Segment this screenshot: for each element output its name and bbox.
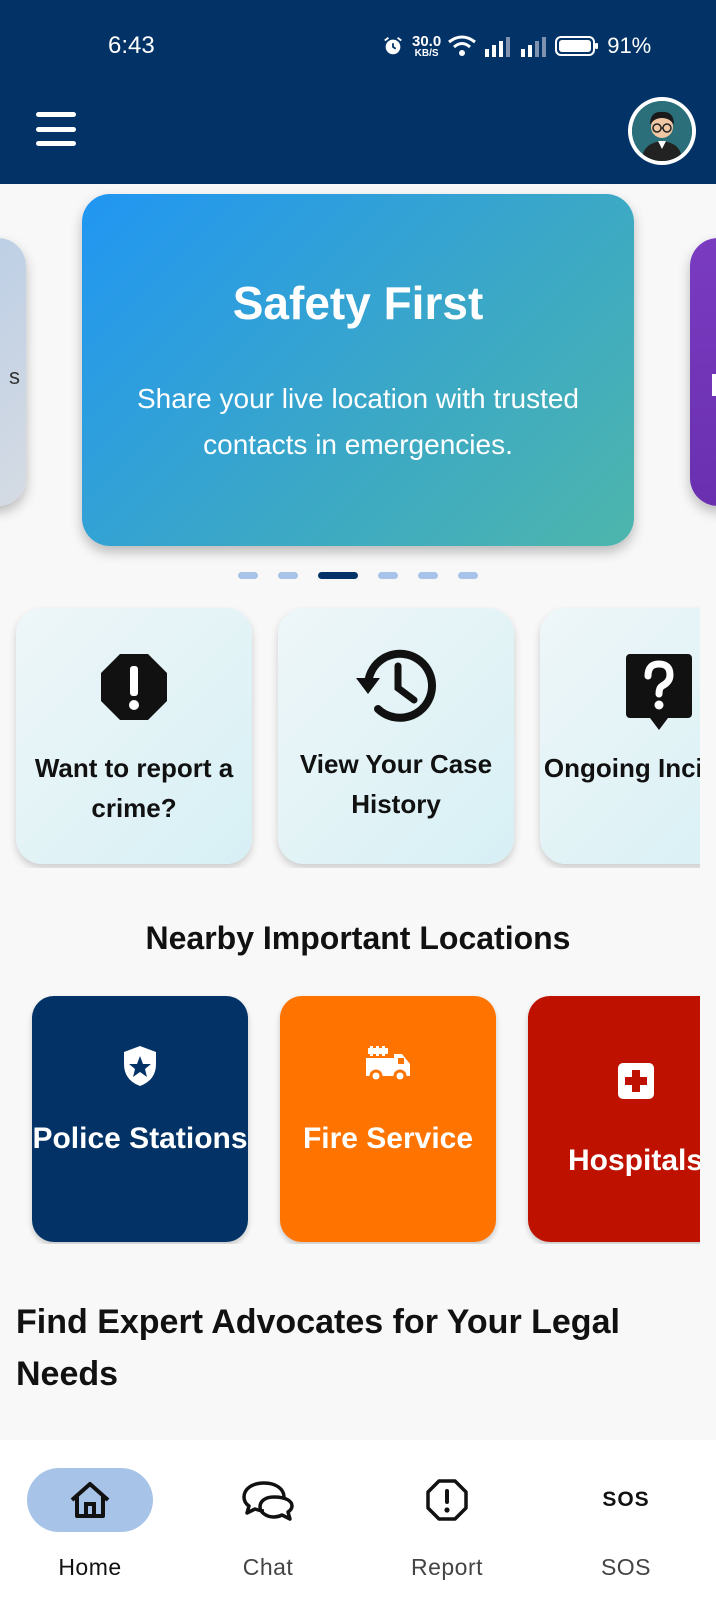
nav-label-chat: Chat	[242, 1554, 294, 1580]
carousel-slide-safety-first[interactable]: Safety First Share your live location wi…	[82, 194, 634, 546]
nav-label-home: Home	[58, 1554, 122, 1580]
quick-actions-row: Want to report a crime? View Your Case H…	[0, 606, 700, 868]
question-message-icon	[626, 654, 692, 730]
status-icons: 30.0 KB/S 91%	[382, 30, 651, 62]
alarm-icon	[384, 37, 402, 55]
nav-item-chat[interactable]: Chat	[188, 1468, 328, 1588]
nav-item-home[interactable]: Home	[10, 1468, 153, 1588]
battery-percent: 91%	[607, 33, 652, 58]
police-stations-card[interactable]: Police Stations	[32, 996, 248, 1242]
advocates-section-title: Find Expert Advocates for Your Legal Nee…	[16, 1303, 620, 1393]
report-crime-label: Want to report a crime?	[34, 753, 234, 823]
hospitals-card[interactable]: Hospitals	[528, 996, 700, 1242]
hamburger-menu-icon[interactable]	[36, 112, 76, 146]
carousel-dot[interactable]	[378, 572, 398, 579]
avatar-illustration	[632, 101, 692, 161]
app-bar: 6:43 30.0 KB/S 91%	[0, 0, 716, 184]
network-speed: 30.0 KB/S	[412, 34, 441, 59]
chat-icon	[242, 1481, 294, 1521]
carousel-dot[interactable]	[418, 572, 438, 579]
nearby-locations-title: Nearby Important Locations	[145, 920, 571, 956]
police-stations-label: Police Stations	[32, 1122, 248, 1155]
carousel-dot-active[interactable]	[318, 572, 358, 579]
user-avatar[interactable]	[628, 97, 696, 165]
carousel-dot[interactable]	[458, 572, 478, 579]
battery-icon	[555, 36, 599, 56]
case-history-card[interactable]: View Your Case History	[278, 608, 514, 864]
carousel-dot[interactable]	[238, 572, 258, 579]
carousel-slide-previous[interactable]: s	[0, 238, 26, 506]
history-icon	[356, 649, 436, 722]
network-speed-value: 30.0	[412, 32, 442, 50]
sos-icon: SOS	[602, 1488, 650, 1511]
carousel-slide-next[interactable]	[690, 238, 716, 506]
case-history-label: View Your Case History	[299, 749, 493, 819]
nearby-locations-row: Police Stations Fire Service Hospitals	[0, 994, 700, 1244]
alert-octagon-icon	[101, 654, 167, 720]
ongoing-incidents-card[interactable]: Ongoing Incidents	[540, 608, 700, 864]
hospitals-label: Hospitals	[568, 1144, 700, 1177]
bottom-navigation: Home Chat Report SOS SOS	[0, 1440, 716, 1600]
fire-service-label: Fire Service	[302, 1122, 474, 1155]
ongoing-incidents-label: Ongoing Incidents	[543, 753, 700, 783]
home-icon	[70, 1482, 110, 1518]
nav-label-sos: SOS	[600, 1554, 652, 1580]
report-icon	[426, 1479, 468, 1521]
nav-label-report: Report	[410, 1554, 484, 1580]
wifi-icon	[448, 35, 477, 56]
carousel-slide-next-mark	[712, 374, 716, 396]
carousel-slide-text: Share your live location with trusted co…	[137, 383, 579, 460]
banner-carousel[interactable]: s Safety First Share your live location …	[0, 184, 716, 574]
carousel-slide-title: Safety First	[232, 277, 484, 329]
status-time: 6:43	[108, 32, 155, 59]
police-shield-icon	[124, 1046, 156, 1086]
medical-cross-icon	[618, 1063, 654, 1099]
fire-truck-icon	[366, 1046, 410, 1083]
report-crime-card[interactable]: Want to report a crime?	[16, 608, 252, 864]
nav-item-report[interactable]: Report	[367, 1468, 507, 1588]
signal-icon	[485, 37, 511, 57]
nav-item-sos[interactable]: SOS SOS	[546, 1468, 686, 1588]
network-speed-unit: KB/S	[414, 47, 439, 59]
fire-service-card[interactable]: Fire Service	[280, 996, 496, 1242]
signal-icon-2	[521, 37, 547, 57]
carousel-dot[interactable]	[278, 572, 298, 579]
carousel-slide-previous-text: s	[9, 364, 20, 389]
carousel-indicator	[0, 572, 716, 579]
